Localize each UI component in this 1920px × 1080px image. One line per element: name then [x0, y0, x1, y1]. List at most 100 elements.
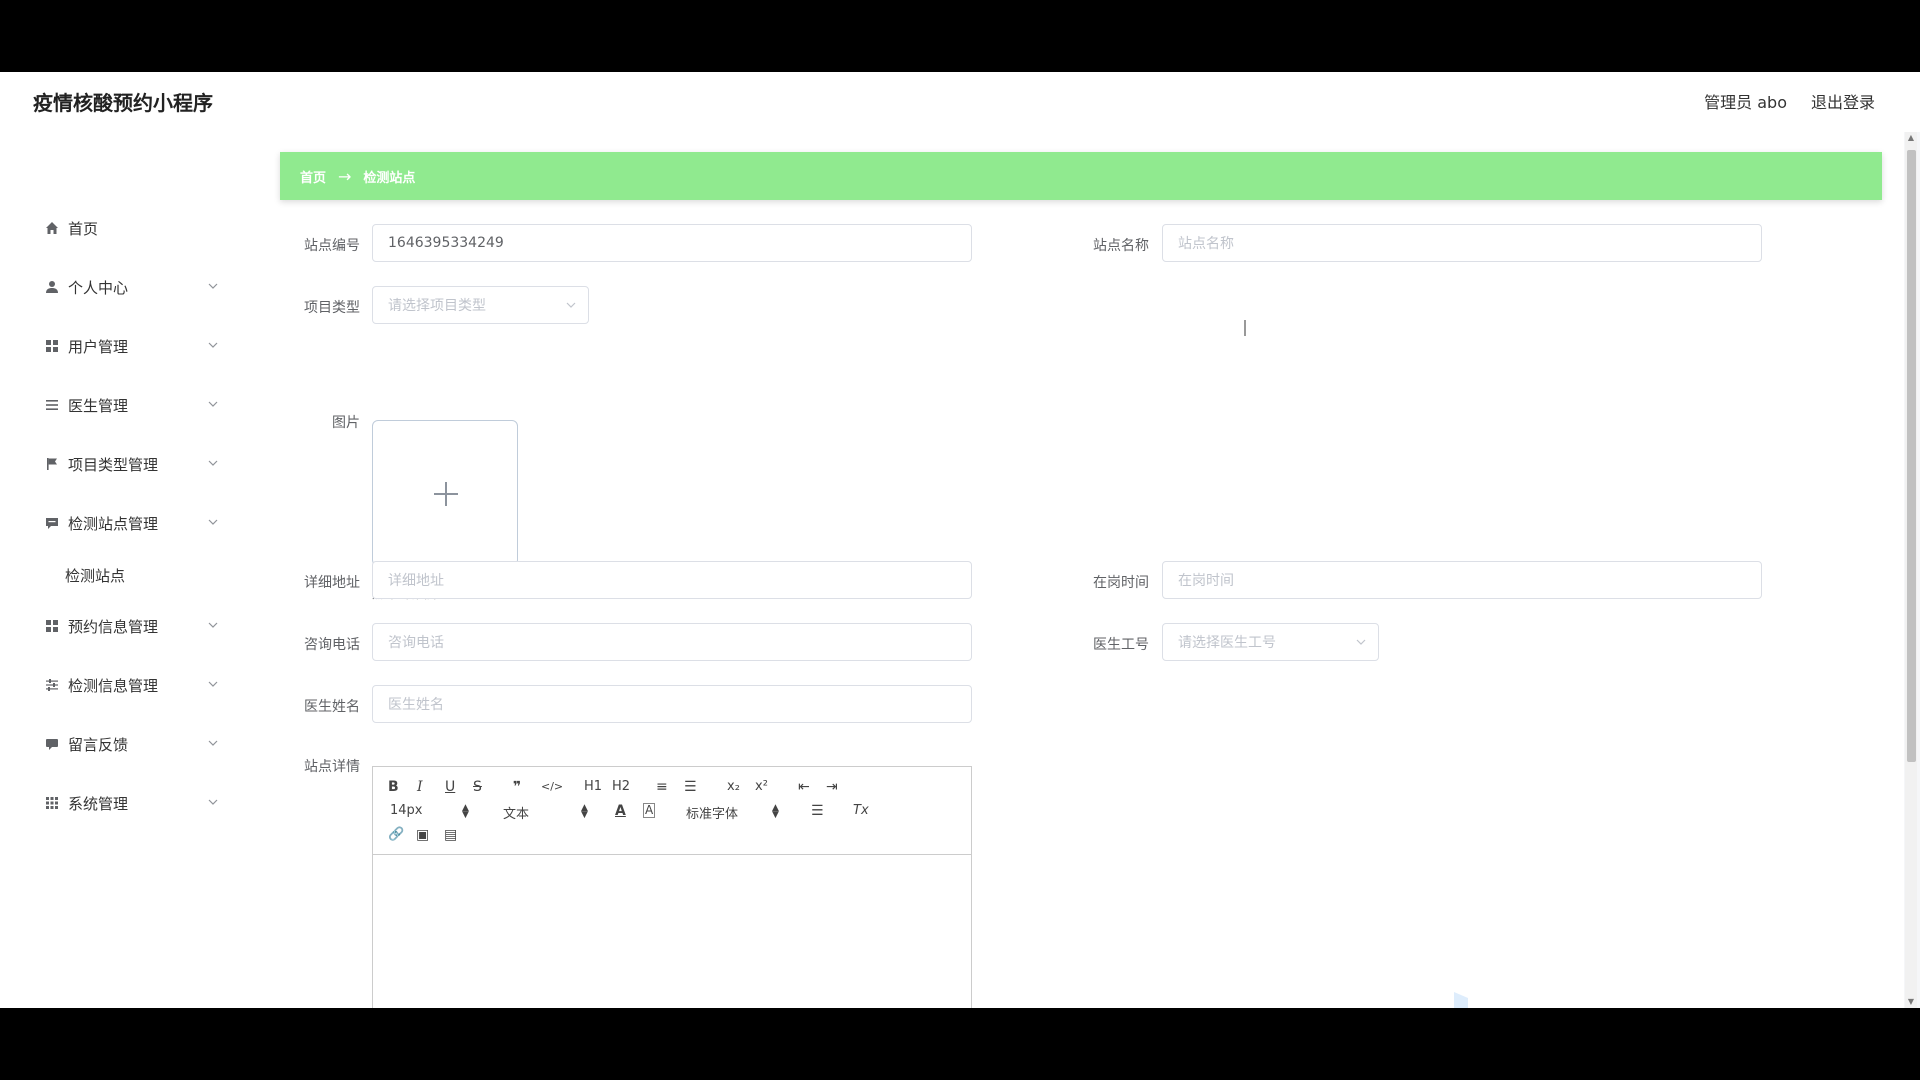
chevron-down-icon: [208, 740, 218, 746]
chevron-down-icon: [208, 460, 218, 466]
project-type-label: 项目类型: [304, 300, 360, 316]
background-color-button[interactable]: A: [643, 803, 656, 818]
editor-content-area[interactable]: [373, 855, 971, 1008]
superscript-button[interactable]: x²: [755, 779, 768, 795]
project-type-select[interactable]: 请选择项目类型: [372, 286, 589, 324]
header-select[interactable]: 文本 ▲ ▼: [503, 803, 588, 823]
sidebar-item-users[interactable]: 用户管理: [0, 326, 258, 366]
station-name-label: 站点名称: [1093, 238, 1149, 254]
sidebar-item-label: 留言反馈: [68, 735, 129, 754]
ordered-list-button[interactable]: ≡: [656, 779, 668, 795]
sidebar-item-label: 医生管理: [68, 396, 129, 415]
text-color-button[interactable]: A: [615, 803, 626, 819]
clean-format-button[interactable]: Tx: [853, 803, 869, 819]
code-button[interactable]: </>: [541, 779, 563, 795]
sidebar-item-label: 个人中心: [68, 278, 129, 297]
sidebar: 首页 个人中心 用户管理 医生管理 项目类型管理 检测站点管理 检测站点 预约信…: [0, 132, 258, 1008]
top-bar: 疫情核酸预约小程序 管理员 abo 退出登录: [0, 72, 1920, 132]
image-button[interactable]: ▣: [416, 827, 429, 843]
doctor-no-label: 医生工号: [1093, 637, 1149, 653]
sidebar-item-doctors[interactable]: 医生管理: [0, 385, 258, 425]
sidebar-item-feedback[interactable]: 留言反馈: [0, 724, 258, 764]
doctor-no-select[interactable]: 请选择医生工号: [1162, 623, 1379, 661]
video-button[interactable]: ▤: [444, 827, 457, 843]
align-button[interactable]: ☰: [811, 803, 824, 819]
sidebar-item-test-info[interactable]: 检测信息管理: [0, 665, 258, 705]
text-cursor-icon: [1244, 320, 1246, 336]
breadcrumb-current: 检测站点: [363, 170, 416, 186]
station-no-label: 站点编号: [304, 238, 360, 254]
address-label: 详细地址: [304, 575, 360, 591]
watermark-logo-icon: [1454, 992, 1468, 1008]
app-window: 疫情核酸预约小程序 管理员 abo 退出登录 首页 个人中心 用户管理 医生管理…: [0, 72, 1920, 1008]
sidebar-item-label: 预约信息管理: [68, 617, 159, 636]
image-upload-button[interactable]: [372, 420, 518, 566]
apps-icon: [44, 795, 60, 811]
doctor-name-placeholder: 医生姓名: [388, 697, 444, 713]
scroll-down-icon[interactable]: ▼: [1907, 998, 1915, 1006]
plus-icon-vertical: [445, 482, 447, 506]
station-name-input[interactable]: 站点名称: [1162, 224, 1762, 262]
project-type-placeholder: 请选择项目类型: [388, 298, 486, 314]
phone-input[interactable]: 咨询电话: [372, 623, 972, 661]
underline-button[interactable]: U: [445, 779, 455, 795]
chevron-down-icon: [208, 799, 218, 805]
doctor-name-input[interactable]: 医生姓名: [372, 685, 972, 723]
sidebar-item-personal[interactable]: 个人中心: [0, 267, 258, 307]
on-duty-label: 在岗时间: [1093, 575, 1149, 591]
user-label: 管理员 abo: [1704, 93, 1787, 112]
chevron-down-icon: [208, 283, 218, 289]
on-duty-input[interactable]: 在岗时间: [1162, 561, 1762, 599]
user-icon: [44, 279, 60, 295]
station-name-placeholder: 站点名称: [1178, 236, 1234, 252]
italic-button[interactable]: I: [417, 779, 423, 795]
bold-button[interactable]: B: [388, 779, 399, 795]
bullet-list-button[interactable]: ☰: [684, 779, 697, 795]
phone-placeholder: 咨询电话: [388, 635, 444, 651]
sidebar-item-appointments[interactable]: 预约信息管理: [0, 606, 258, 646]
chevron-down-icon: [208, 519, 218, 525]
address-input[interactable]: 详细地址: [372, 561, 972, 599]
strike-button[interactable]: S: [473, 779, 482, 795]
chevron-down-icon: [566, 302, 576, 308]
h1-button[interactable]: H1: [584, 779, 602, 795]
subscript-button[interactable]: x₂: [727, 779, 740, 795]
sidebar-item-project-types[interactable]: 项目类型管理: [0, 444, 258, 484]
indent-button[interactable]: ⇥: [826, 779, 838, 795]
sidebar-item-home[interactable]: 首页: [0, 208, 258, 248]
station-no-input[interactable]: 1646395334249: [372, 224, 972, 262]
link-button[interactable]: 🔗: [388, 827, 404, 843]
chevron-down-icon: [1356, 639, 1366, 645]
on-duty-placeholder: 在岗时间: [1178, 573, 1234, 589]
select-arrows-icon: ▲ ▼: [772, 803, 779, 820]
h2-button[interactable]: H2: [612, 779, 630, 795]
sidebar-item-system[interactable]: 系统管理: [0, 783, 258, 823]
sidebar-item-label: 检测信息管理: [68, 676, 159, 695]
font-family-select[interactable]: 标准字体 ▲ ▼: [686, 803, 786, 823]
sidebar-item-stations[interactable]: 检测站点管理: [0, 503, 258, 543]
breadcrumb-home[interactable]: 首页: [300, 167, 326, 186]
grid-icon: [44, 618, 60, 634]
font-size-select[interactable]: 14px ▲ ▼: [390, 803, 470, 820]
grid-icon: [44, 338, 60, 354]
sidebar-item-label: 检测站点管理: [68, 514, 159, 533]
sliders-icon: [44, 677, 60, 693]
list-icon: [44, 397, 60, 413]
quote-button[interactable]: ❞: [513, 779, 521, 795]
outdent-button[interactable]: ⇤: [798, 779, 810, 795]
home-icon: [44, 220, 60, 236]
sidebar-item-label: 项目类型管理: [68, 455, 159, 474]
sidebar-item-label: 首页: [68, 219, 99, 238]
font-size-value: 14px: [390, 803, 423, 818]
page-scrollbar[interactable]: ▲ ▼: [1905, 132, 1917, 1008]
scroll-up-icon[interactable]: ▲: [1907, 134, 1915, 142]
breadcrumb-separator: →: [338, 166, 352, 186]
logout-link[interactable]: 退出登录: [1811, 89, 1875, 113]
app-title: 疫情核酸预约小程序: [33, 91, 213, 115]
scroll-thumb[interactable]: [1907, 150, 1916, 762]
select-arrows-icon: ▲ ▼: [462, 803, 469, 820]
doctor-no-placeholder: 请选择医生工号: [1178, 635, 1276, 651]
chevron-down-icon: [208, 342, 218, 348]
chevron-down-icon: [208, 622, 218, 628]
sidebar-subitem-station[interactable]: 检测站点: [0, 557, 258, 593]
